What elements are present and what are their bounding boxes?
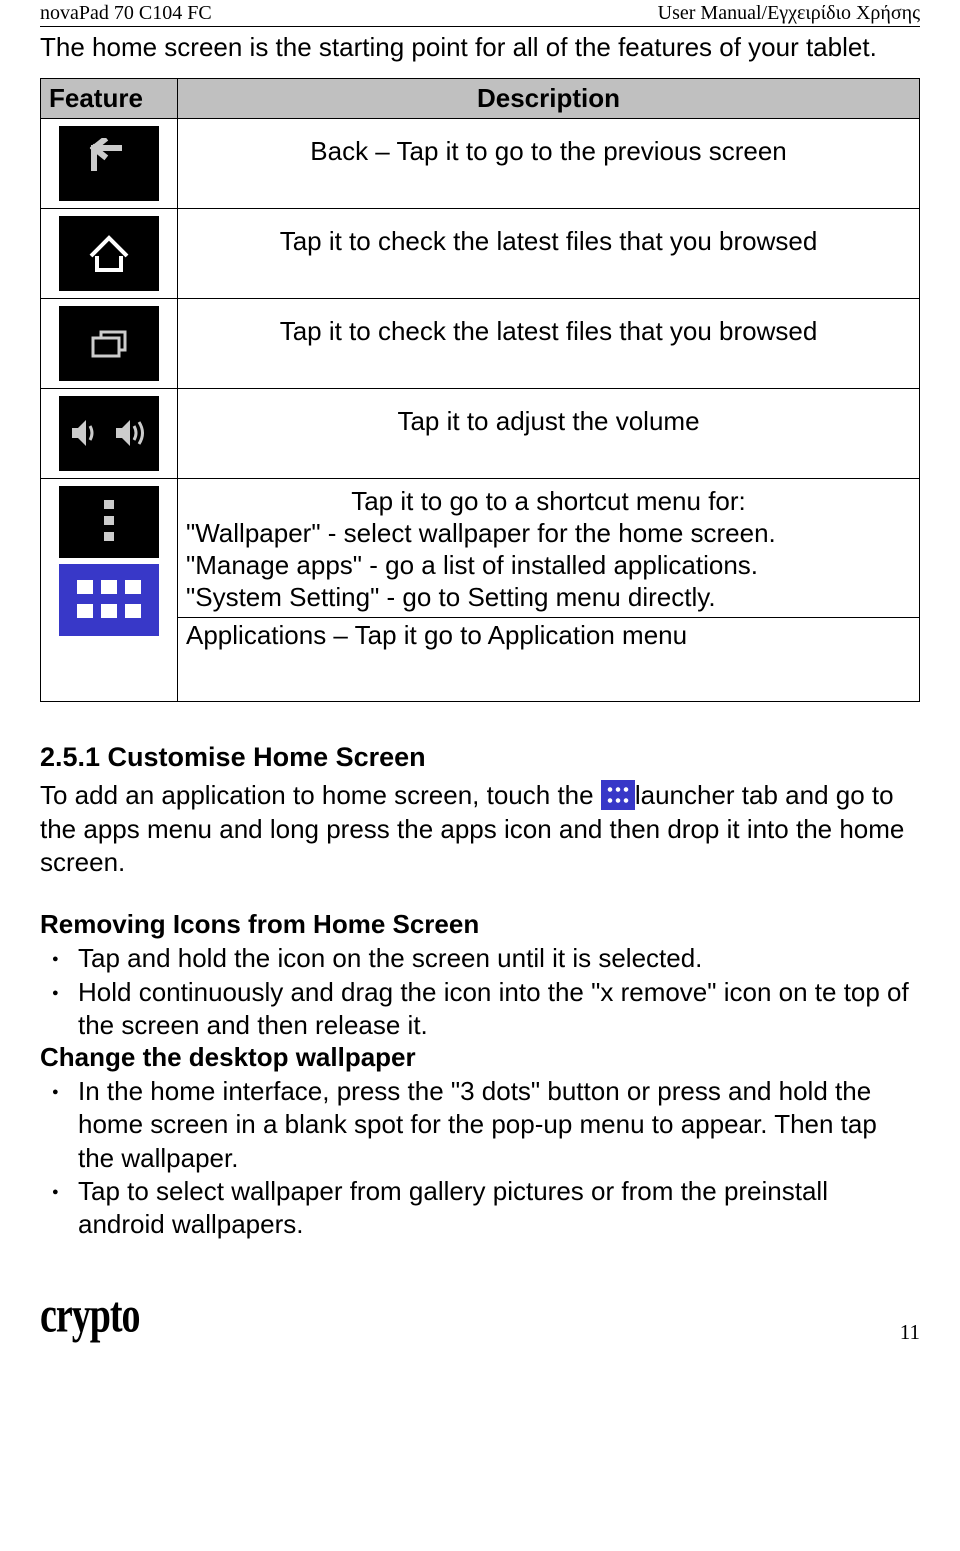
section-customise-body: To add an application to home screen, to… xyxy=(40,779,920,879)
section-customise-title: 2.5.1 Customise Home Screen xyxy=(40,742,920,773)
icon-cell-volume xyxy=(41,388,178,478)
th-feature: Feature xyxy=(41,78,178,118)
back-icon xyxy=(59,126,159,201)
wallpaper-list: In the home interface, press the "3 dots… xyxy=(40,1075,920,1241)
wallpaper-title: Change the desktop wallpaper xyxy=(40,1042,920,1073)
desc-shortcut: Tap it to go to a shortcut menu for: "Wa… xyxy=(178,478,920,618)
list-item: Tap and hold the icon on the screen unti… xyxy=(40,942,920,975)
brand-logo: crypto xyxy=(40,1286,140,1345)
desc-apps: Applications – Tap it go to Application … xyxy=(178,618,920,702)
apps-grid-icon xyxy=(59,564,159,636)
desc-recent: Tap it to check the latest files that yo… xyxy=(178,298,920,388)
list-item: Hold continuously and drag the icon into… xyxy=(40,976,920,1043)
volume-icon xyxy=(59,396,159,471)
removing-title: Removing Icons from Home Screen xyxy=(40,909,920,940)
list-item: Tap to select wallpaper from gallery pic… xyxy=(40,1175,920,1242)
three-dots-icon xyxy=(59,486,159,558)
desc-volume: Tap it to adjust the volume xyxy=(178,388,920,478)
launcher-icon xyxy=(601,780,635,810)
icon-cell-home xyxy=(41,208,178,298)
list-item: In the home interface, press the "3 dots… xyxy=(40,1075,920,1175)
desc-home: Tap it to check the latest files that yo… xyxy=(178,208,920,298)
th-description: Description xyxy=(178,78,920,118)
recent-apps-icon xyxy=(59,306,159,381)
page-footer: crypto 11 xyxy=(40,1301,920,1345)
icon-cell-recent xyxy=(41,298,178,388)
intro-text: The home screen is the starting point fo… xyxy=(40,31,920,64)
page-header: novaPad 70 C104 FC User Manual/Εγχειρίδι… xyxy=(40,2,920,27)
desc-back: Back – Tap it to go to the previous scre… xyxy=(178,118,920,208)
features-table: Feature Description Back – Tap it to go … xyxy=(40,78,920,703)
removing-list: Tap and hold the icon on the screen unti… xyxy=(40,942,920,1042)
doc-title: User Manual/Εγχειρίδιο Χρήσης xyxy=(658,2,920,25)
icon-cell-combo xyxy=(41,478,178,702)
home-icon xyxy=(59,216,159,291)
icon-cell-back xyxy=(41,118,178,208)
device-name: novaPad 70 C104 FC xyxy=(40,2,212,25)
page-number: 11 xyxy=(900,1320,920,1345)
